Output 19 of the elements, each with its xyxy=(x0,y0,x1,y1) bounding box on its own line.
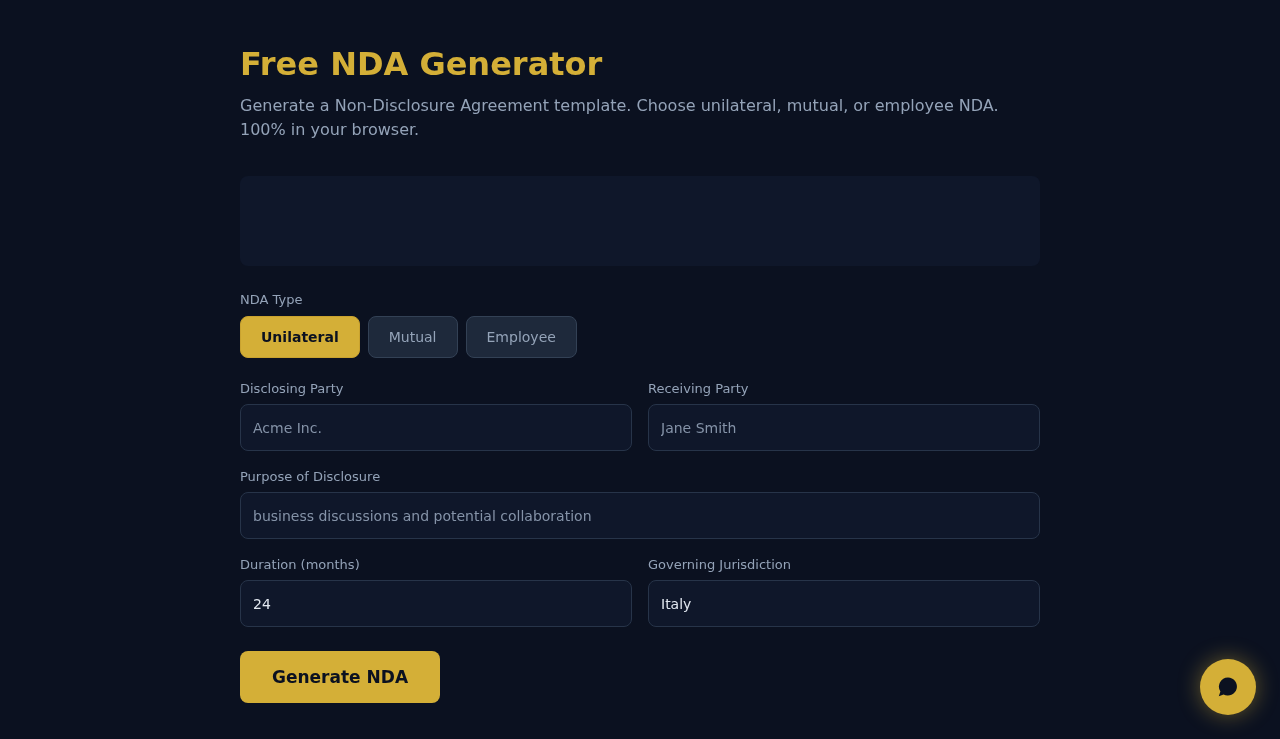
field-label: Receiving Party xyxy=(648,380,750,398)
field-label: Purpose of Disclosure xyxy=(240,468,382,486)
page-description: Generate a Non-Disclosure Agreement template. Choose unilateral, mutual, or employee NDA. 100% in your browser. xyxy=(240,95,1000,141)
input-field[interactable]: 24 xyxy=(240,580,632,627)
field-label: Disclosing Party xyxy=(240,380,345,398)
input-field[interactable]: Jane Smith xyxy=(648,404,1040,451)
field-label: NDA Type xyxy=(240,291,304,309)
chat-button[interactable] xyxy=(1200,659,1256,715)
nda-type-option[interactable]: Unilateral xyxy=(240,316,360,358)
page-title: Free NDA Generator xyxy=(240,44,604,84)
input-field[interactable]: Acme Inc. xyxy=(240,404,632,451)
input-field[interactable]: business discussions and potential collaboration xyxy=(240,492,1040,539)
field-label: Governing Jurisdiction xyxy=(648,556,793,574)
chat-bubble-icon xyxy=(1218,677,1238,697)
field-label: Duration (months) xyxy=(240,556,361,574)
nda-type-option[interactable]: Employee xyxy=(465,316,577,358)
nda-type-option[interactable]: Mutual xyxy=(367,316,458,358)
generate-nda-button[interactable]: Generate NDA xyxy=(240,651,441,703)
input-field[interactable]: Italy xyxy=(648,580,1040,627)
